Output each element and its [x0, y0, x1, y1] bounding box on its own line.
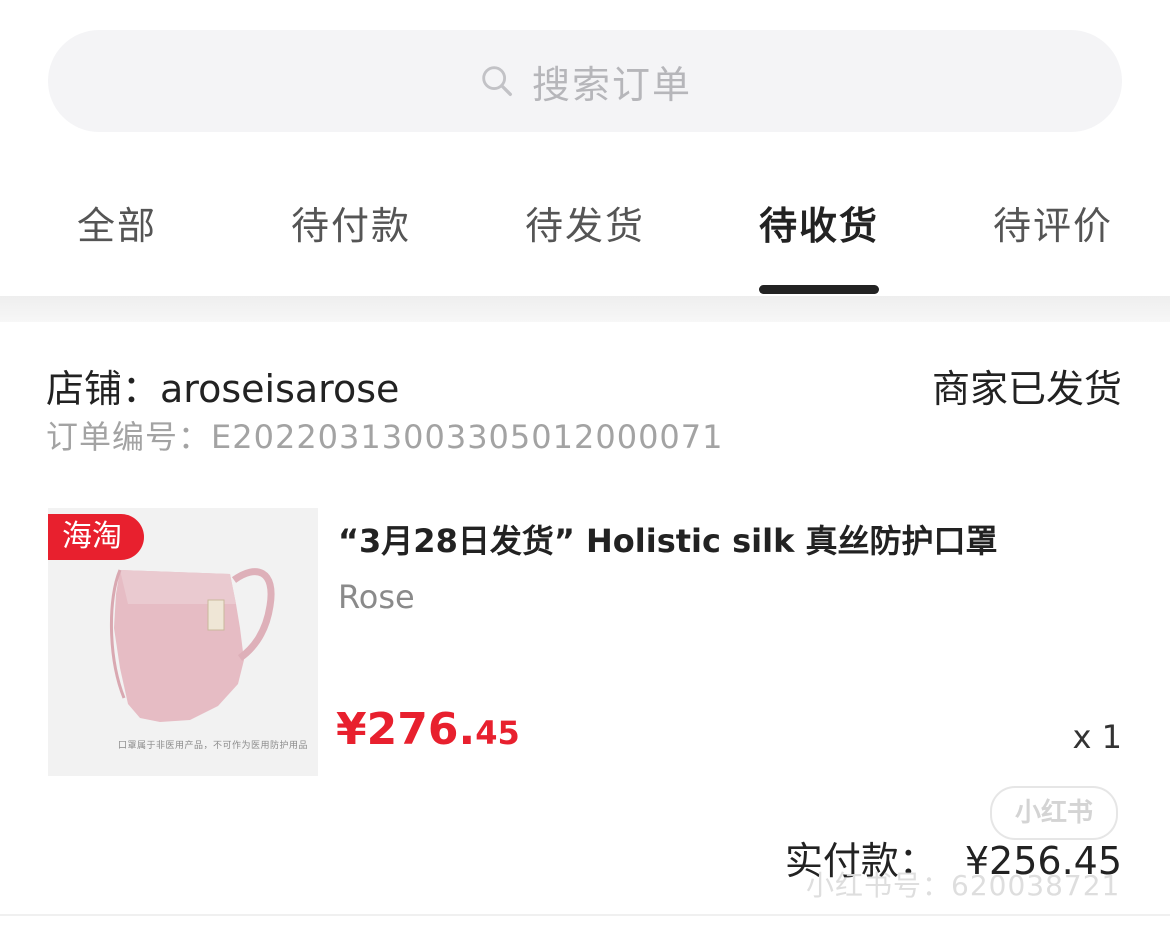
tab-pending-receipt[interactable]: 待收货: [702, 195, 936, 250]
product-variant: Rose: [338, 578, 415, 616]
order-tabs: 全部 待付款 待发货 待收货 待评价: [0, 195, 1170, 295]
shop-name-row[interactable]: 店铺：aroseisarose: [46, 358, 399, 413]
section-divider: [0, 296, 1170, 322]
tab-all[interactable]: 全部: [0, 195, 234, 250]
price-cents: 45: [475, 714, 520, 752]
shop-label: 店铺：: [46, 367, 161, 411]
order-number-label: 订单编号：: [46, 418, 212, 456]
overseas-badge: 海淘: [48, 514, 144, 560]
product-title[interactable]: “3月28日发货” Holistic silk 真丝防护口罩: [338, 516, 1128, 562]
search-bar[interactable]: 搜索订单: [48, 30, 1122, 132]
order-status: 商家已发货: [931, 367, 1122, 411]
search-icon: [482, 66, 512, 96]
product-quantity: x 1: [1072, 718, 1122, 756]
shop-name: aroseisarose: [160, 367, 400, 411]
watermark-logo: 小红书: [990, 786, 1118, 840]
tab-pending-review[interactable]: 待评价: [936, 195, 1170, 250]
product-image-caption: 口罩属于非医用产品，不可作为医用防护用品: [118, 741, 309, 751]
price-main: ¥276.: [336, 704, 476, 755]
bottom-divider: [0, 914, 1170, 916]
tab-pending-payment[interactable]: 待付款: [234, 195, 468, 250]
order-number: E20220313003305012000071: [211, 418, 724, 456]
search-placeholder: 搜索订单: [531, 62, 692, 107]
product-price: ¥276.45: [336, 704, 520, 755]
watermark-id: 小红书号：620038721: [806, 869, 1121, 902]
active-tab-indicator: [759, 285, 879, 294]
order-number-row: 订单编号：E20220313003305012000071: [46, 412, 724, 458]
tab-pending-shipment[interactable]: 待发货: [468, 195, 702, 250]
